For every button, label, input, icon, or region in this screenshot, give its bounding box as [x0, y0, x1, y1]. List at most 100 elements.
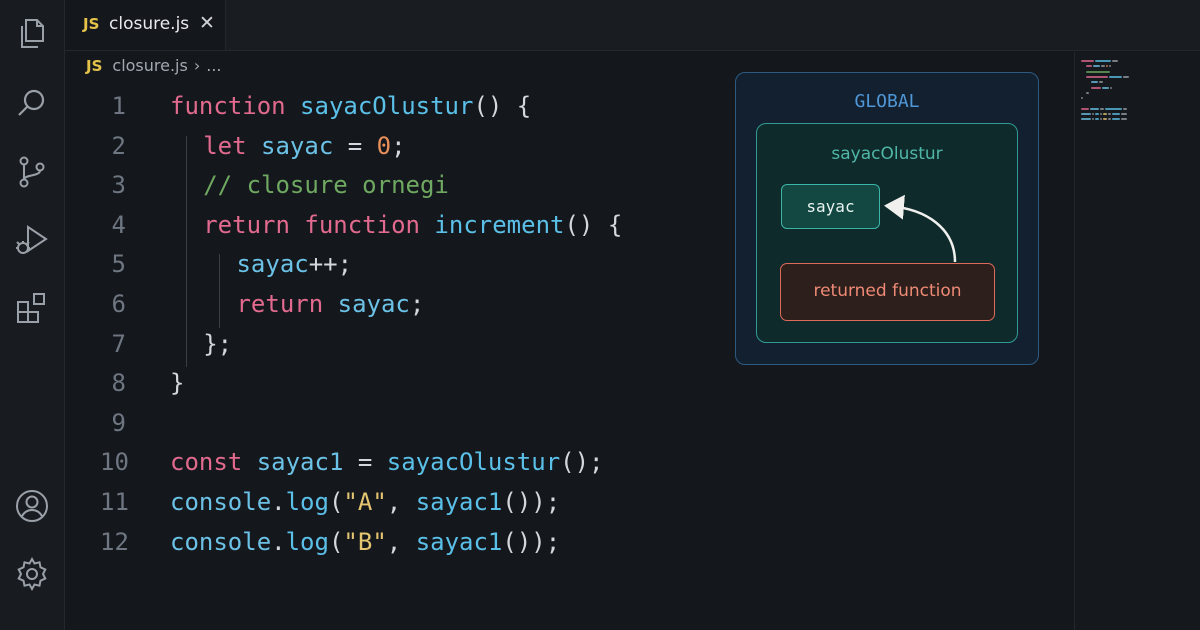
- minimap-token: [1108, 113, 1111, 115]
- minimap-token: [1122, 107, 1127, 110]
- minimap-token: [1081, 107, 1090, 110]
- code-token: const: [170, 448, 257, 477]
- code-line[interactable]: 5 sayac++;: [0, 250, 720, 289]
- code-line[interactable]: 6 return sayac;: [0, 290, 720, 329]
- code-line[interactable]: 11 console.log("A", sayac1());: [0, 488, 720, 527]
- minimap-token: [1112, 118, 1121, 121]
- breadcrumb-file[interactable]: closure.js: [112, 56, 187, 75]
- code-token: =: [333, 131, 377, 160]
- minimap-token: [1099, 81, 1104, 84]
- indent-guide: [186, 135, 187, 368]
- code-token: ());: [502, 527, 561, 556]
- code-token: () {: [564, 210, 623, 239]
- minimap-token: [1100, 65, 1105, 68]
- code-line[interactable]: 2 let sayac = 0;: [0, 132, 720, 171]
- line-number: 12: [100, 527, 129, 556]
- code-text: return function increment() {: [203, 211, 622, 239]
- minimap-token: [1100, 118, 1102, 121]
- minimap-token: [1108, 65, 1111, 68]
- minimap-token: [1094, 113, 1099, 115]
- code-line[interactable]: 1 function sayacOlustur() {: [0, 92, 720, 131]
- tab-bar: JS closure.js ✕: [65, 0, 1200, 51]
- code-line[interactable]: 10 const sayac1 = sayacOlustur();: [0, 448, 720, 487]
- code-token: sayac1: [415, 527, 503, 556]
- close-icon[interactable]: ✕: [199, 12, 215, 34]
- minimap-token: [1109, 75, 1122, 78]
- line-number: 9: [111, 408, 126, 437]
- code-token: log: [285, 527, 329, 556]
- reference-arrow: [884, 194, 957, 263]
- minimap-token: [1086, 75, 1109, 78]
- minimap-token: [1108, 118, 1111, 121]
- code-token: 0: [376, 131, 392, 160]
- minimap-token: [1081, 118, 1091, 121]
- minimap-token: [1109, 86, 1112, 89]
- code-line[interactable]: 3 // closure ornegi: [0, 171, 720, 210]
- line-number: 11: [100, 488, 129, 516]
- code-line[interactable]: 9: [0, 409, 720, 448]
- code-token: sayac: [337, 290, 410, 318]
- minimap-token: [1105, 107, 1122, 110]
- line-number: 8: [111, 369, 126, 398]
- minimap-token: [1091, 118, 1094, 121]
- code-line[interactable]: 8}: [0, 369, 720, 408]
- code-token: return function: [203, 210, 435, 239]
- tab-closure-js[interactable]: JS closure.js ✕: [65, 0, 226, 50]
- code-token: ;: [391, 131, 406, 160]
- code-token: "A": [343, 488, 387, 516]
- code-token: // closure ornegi: [203, 171, 449, 200]
- code-token: ;: [409, 290, 425, 318]
- code-token: sayacOlustur: [300, 92, 474, 120]
- code-text: console.log("A", sayac1());: [170, 488, 560, 516]
- code-token: };: [203, 329, 233, 358]
- minimap-token: [1112, 60, 1118, 62]
- minimap-token: [1100, 113, 1102, 115]
- minimap-token: [1090, 107, 1099, 110]
- minimap-token: [1112, 113, 1121, 115]
- code-text: return sayac;: [236, 290, 424, 318]
- minimap[interactable]: [1074, 52, 1200, 630]
- js-file-icon: JS: [83, 15, 100, 33]
- minimap-token: [1081, 60, 1094, 62]
- code-token: .: [271, 527, 286, 556]
- minimap-token: [1121, 118, 1127, 121]
- code-token: log: [285, 488, 329, 516]
- code-text: };: [203, 330, 232, 358]
- minimap-token: [1101, 86, 1109, 89]
- files-icon[interactable]: [14, 16, 50, 52]
- code-text: // closure ornegi: [203, 171, 449, 199]
- scope-diagram-global: GLOBAL sayacOlustur sayac returned funct…: [735, 72, 1039, 365]
- minimap-token: [1091, 81, 1098, 84]
- line-number: 3: [111, 171, 126, 200]
- line-number: 4: [111, 210, 126, 239]
- code-text: let sayac = 0;: [203, 132, 405, 160]
- minimap-token: [1091, 86, 1101, 89]
- minimap-token: [1086, 70, 1110, 73]
- minimap-token: [1094, 118, 1099, 121]
- code-token: .: [271, 488, 286, 516]
- chevron-right-icon: ›: [193, 56, 201, 75]
- tab-label: closure.js: [109, 14, 190, 34]
- breadcrumb-symbols[interactable]: ...: [206, 56, 221, 75]
- code-text: function sayacOlustur() {: [170, 92, 531, 120]
- code-text: console.log("B", sayac1());: [170, 528, 560, 556]
- minimap-token: [1121, 113, 1127, 115]
- code-line[interactable]: 4 return function increment() {: [0, 211, 720, 250]
- code-token: ();: [560, 448, 604, 477]
- code-token: sayac1: [415, 488, 503, 516]
- minimap-token: [1081, 113, 1091, 115]
- code-token: console: [170, 527, 272, 556]
- line-number: 1: [111, 92, 126, 120]
- line-number: 10: [100, 448, 129, 477]
- minimap-token: [1091, 113, 1094, 115]
- line-number: 7: [111, 329, 126, 358]
- code-token: () {: [473, 92, 532, 120]
- line-number: 6: [111, 290, 126, 318]
- code-line[interactable]: 12 console.log("B", sayac1());: [0, 528, 720, 567]
- code-token: ,: [386, 527, 416, 556]
- code-token: (: [328, 488, 344, 516]
- code-token: sayacOlustur: [386, 448, 561, 477]
- code-line[interactable]: 7};: [0, 330, 720, 369]
- code-token: ,: [386, 488, 416, 516]
- js-file-icon: JS: [86, 57, 103, 75]
